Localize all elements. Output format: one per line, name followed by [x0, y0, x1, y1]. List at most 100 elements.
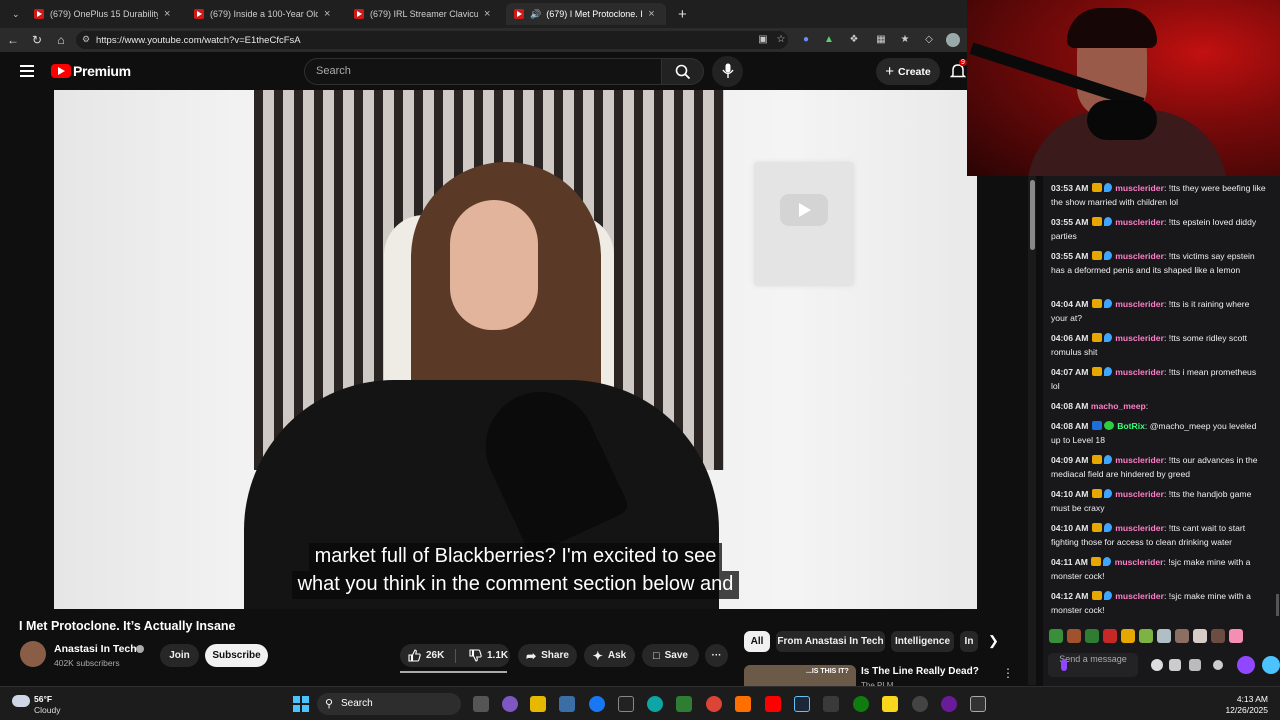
like-button[interactable]: 26K [408, 649, 455, 662]
chat-username[interactable]: musclerider [1115, 367, 1164, 377]
infinity-icon[interactable] [1169, 659, 1181, 671]
tab-search-dropdown[interactable]: ⌄ [4, 3, 24, 25]
split-view-icon[interactable]: ▦ [874, 33, 888, 47]
close-icon[interactable]: × [648, 8, 654, 20]
chip-all[interactable]: All [744, 631, 770, 652]
reload-icon[interactable]: ↻ [29, 32, 45, 48]
cloud-weather-icon[interactable] [12, 695, 30, 707]
chat-username[interactable]: musclerider [1115, 591, 1164, 601]
save-button[interactable]: □ Save [642, 644, 699, 667]
taskbar-search[interactable]: ⚲ Search [317, 693, 461, 715]
browser-tab-3[interactable]: (679) IRL Streamer Clavicular Just G × [346, 3, 506, 25]
emote-icon[interactable] [1175, 629, 1189, 643]
subscribe-button[interactable]: Subscribe [205, 644, 268, 667]
task-view-icon[interactable] [473, 696, 489, 712]
chat-username[interactable]: musclerider [1115, 299, 1164, 309]
chat-username[interactable]: musclerider [1115, 557, 1164, 567]
chat-username[interactable]: musclerider [1115, 251, 1164, 261]
close-icon[interactable]: × [324, 8, 330, 20]
new-tab-button[interactable]: + [670, 3, 690, 25]
chat-username[interactable]: musclerider [1115, 333, 1164, 343]
recommended-title[interactable]: Is The Line Really Dead? [861, 666, 979, 677]
settings-gear-icon[interactable] [1213, 660, 1223, 670]
chat-username[interactable]: musclerider [1115, 455, 1164, 465]
profile-avatar-icon[interactable] [946, 33, 960, 47]
scrollbar-thumb[interactable] [1030, 180, 1035, 250]
address-bar[interactable]: ⚙ https://www.youtube.com/watch?v=E1theC… [76, 31, 788, 49]
browser-tab-1[interactable]: (679) OnePlus 15 Durability Te × [26, 3, 186, 25]
close-icon[interactable]: × [484, 8, 490, 20]
channel-name[interactable]: Anastasi In Tech [54, 643, 137, 655]
speaker-icon[interactable]: 🔊 [530, 9, 541, 20]
emote-icon[interactable] [1229, 629, 1243, 643]
home-icon[interactable]: ⌂ [53, 32, 69, 48]
steam-icon[interactable] [794, 696, 810, 712]
copilot-icon[interactable] [502, 696, 518, 712]
file-explorer-icon[interactable] [530, 696, 546, 712]
search-button[interactable] [661, 58, 704, 85]
back-arrow-icon[interactable]: ← [5, 32, 21, 48]
app-icon[interactable] [676, 696, 692, 712]
chat-username[interactable]: musclerider [1115, 217, 1164, 227]
chat-username[interactable]: musclerider [1115, 523, 1164, 533]
browser-tab-4-active[interactable]: 🔊 (679) I Met Protoclone. It's Ac × [506, 3, 666, 25]
people-icon[interactable] [1151, 659, 1163, 671]
create-button[interactable]: + Create [876, 58, 940, 85]
share-button[interactable]: ➦ Share [518, 644, 577, 667]
amazon-icon[interactable] [618, 696, 634, 712]
youtube-icon[interactable] [765, 696, 781, 712]
extension-icon[interactable]: ● [799, 33, 813, 47]
chrome-icon[interactable] [706, 696, 722, 712]
extensions-puzzle-icon[interactable]: ❖ [847, 33, 861, 47]
join-button[interactable]: Join [160, 644, 199, 667]
more-vertical-icon[interactable]: ⋮ [1002, 666, 1014, 680]
emote-icon[interactable] [1067, 629, 1081, 643]
menu-icon[interactable] [20, 65, 34, 77]
ask-button[interactable]: ✦ Ask [584, 644, 635, 667]
store-icon[interactable] [559, 696, 575, 712]
gift-icon[interactable] [1189, 659, 1201, 671]
xbox-icon[interactable] [853, 696, 869, 712]
voice-search-button[interactable] [712, 56, 743, 87]
chip-from-channel[interactable]: From Anastasi In Tech [776, 631, 885, 652]
channel-avatar[interactable] [20, 641, 46, 667]
browser-tab-2[interactable]: (679) Inside a 100-Year Old Farm T × [186, 3, 346, 25]
sticky-notes-icon[interactable] [882, 696, 898, 712]
gif-icon[interactable] [1262, 656, 1280, 674]
dislike-button[interactable]: 1.1K [469, 649, 508, 662]
install-app-icon[interactable]: ▣ [756, 33, 770, 47]
facebook-icon[interactable] [589, 696, 605, 712]
bookmark-star-icon[interactable]: ☆ [774, 33, 788, 47]
app-icon[interactable] [970, 696, 986, 712]
app-icon[interactable] [823, 696, 839, 712]
page-scrollbar[interactable] [1028, 175, 1036, 685]
weather-condition[interactable]: Cloudy [34, 705, 60, 715]
emote-icon[interactable] [1193, 629, 1207, 643]
edge-browser-icon[interactable] [647, 696, 663, 712]
mic-icon[interactable] [1061, 659, 1067, 671]
7tv-icon[interactable] [1237, 656, 1255, 674]
youtube-logo-icon[interactable] [51, 64, 71, 78]
video-player[interactable] [54, 90, 977, 609]
favorites-icon[interactable]: ★ [898, 33, 912, 47]
emote-icon[interactable] [1157, 629, 1171, 643]
emote-icon[interactable] [1121, 629, 1135, 643]
chevron-right-icon[interactable]: ❯ [988, 633, 999, 649]
chat-username[interactable]: musclerider [1115, 183, 1164, 193]
close-icon[interactable]: × [164, 8, 170, 20]
chat-username[interactable]: musclerider [1115, 489, 1164, 499]
emote-icon[interactable] [1211, 629, 1225, 643]
chat-username[interactable]: macho_meep [1091, 401, 1146, 411]
chip-partial[interactable]: In [960, 631, 978, 652]
notifications-bell-icon[interactable]: 9 [949, 59, 967, 80]
emote-icon[interactable] [1085, 629, 1099, 643]
start-windows-icon[interactable] [293, 696, 309, 712]
app-icon[interactable] [735, 696, 751, 712]
chat-scrollbar[interactable] [1276, 594, 1279, 616]
search-input[interactable]: Search [304, 58, 662, 85]
chip-intelligence[interactable]: Intelligence [891, 631, 954, 652]
weather-temperature[interactable]: 56°F [34, 694, 52, 704]
app-icon[interactable] [912, 696, 928, 712]
shield-icon[interactable]: ◇ [922, 33, 936, 47]
system-clock[interactable]: 4:13 AM 12/26/2025 [1222, 694, 1268, 716]
